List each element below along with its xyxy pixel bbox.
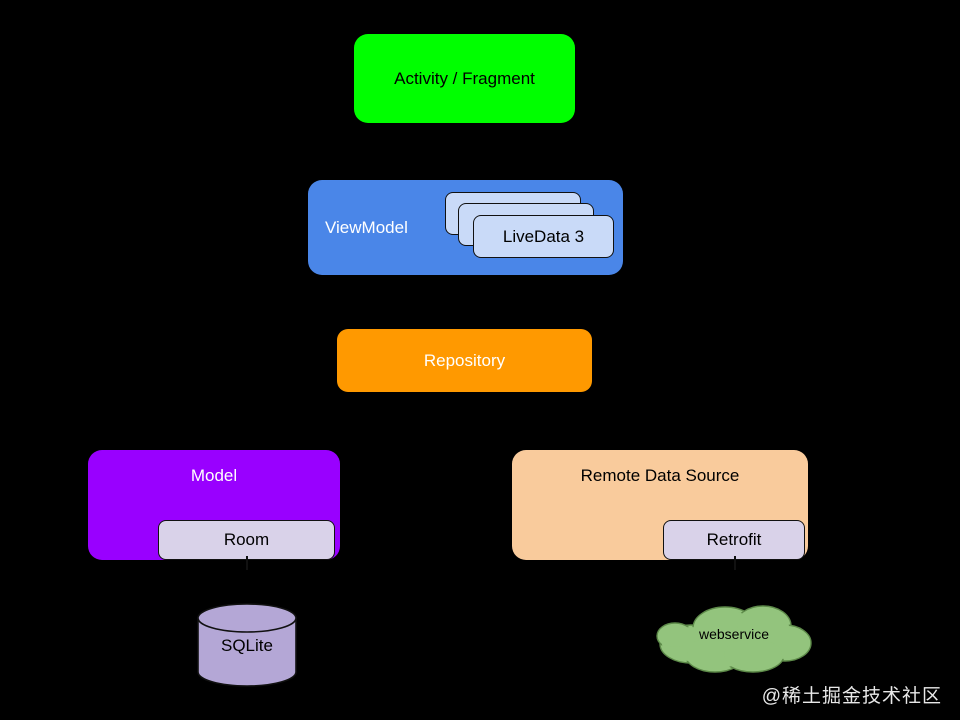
connector-room-to-sqlite bbox=[246, 556, 248, 570]
node-model-label: Model bbox=[190, 466, 238, 485]
watermark: @稀土掘金技术社区 bbox=[761, 686, 942, 707]
node-webservice[interactable]: webservice bbox=[655, 602, 813, 674]
node-viewmodel-label: ViewModel bbox=[325, 217, 408, 237]
node-webservice-label: webservice bbox=[698, 626, 770, 642]
architecture-diagram-canvas: Activity / Fragment ViewModel LiveData 3… bbox=[0, 0, 960, 720]
node-room-label: Room bbox=[223, 530, 270, 549]
node-activity-fragment[interactable]: Activity / Fragment bbox=[354, 34, 575, 123]
node-livedata-card-front[interactable]: LiveData 3 bbox=[473, 215, 614, 258]
node-activity-fragment-label: Activity / Fragment bbox=[394, 68, 535, 88]
node-remote-data-source-label: Remote Data Source bbox=[580, 466, 740, 485]
node-livedata-card-front-label: LiveData 3 bbox=[502, 226, 585, 246]
connector-retrofit-to-webservice bbox=[734, 556, 736, 570]
node-room[interactable]: Room bbox=[158, 520, 335, 560]
node-retrofit[interactable]: Retrofit bbox=[663, 520, 805, 560]
node-repository[interactable]: Repository bbox=[337, 329, 592, 392]
node-repository-label: Repository bbox=[423, 350, 506, 370]
node-retrofit-label: Retrofit bbox=[706, 530, 762, 549]
node-sqlite[interactable]: SQLite bbox=[197, 603, 297, 687]
node-sqlite-label: SQLite bbox=[221, 636, 273, 655]
